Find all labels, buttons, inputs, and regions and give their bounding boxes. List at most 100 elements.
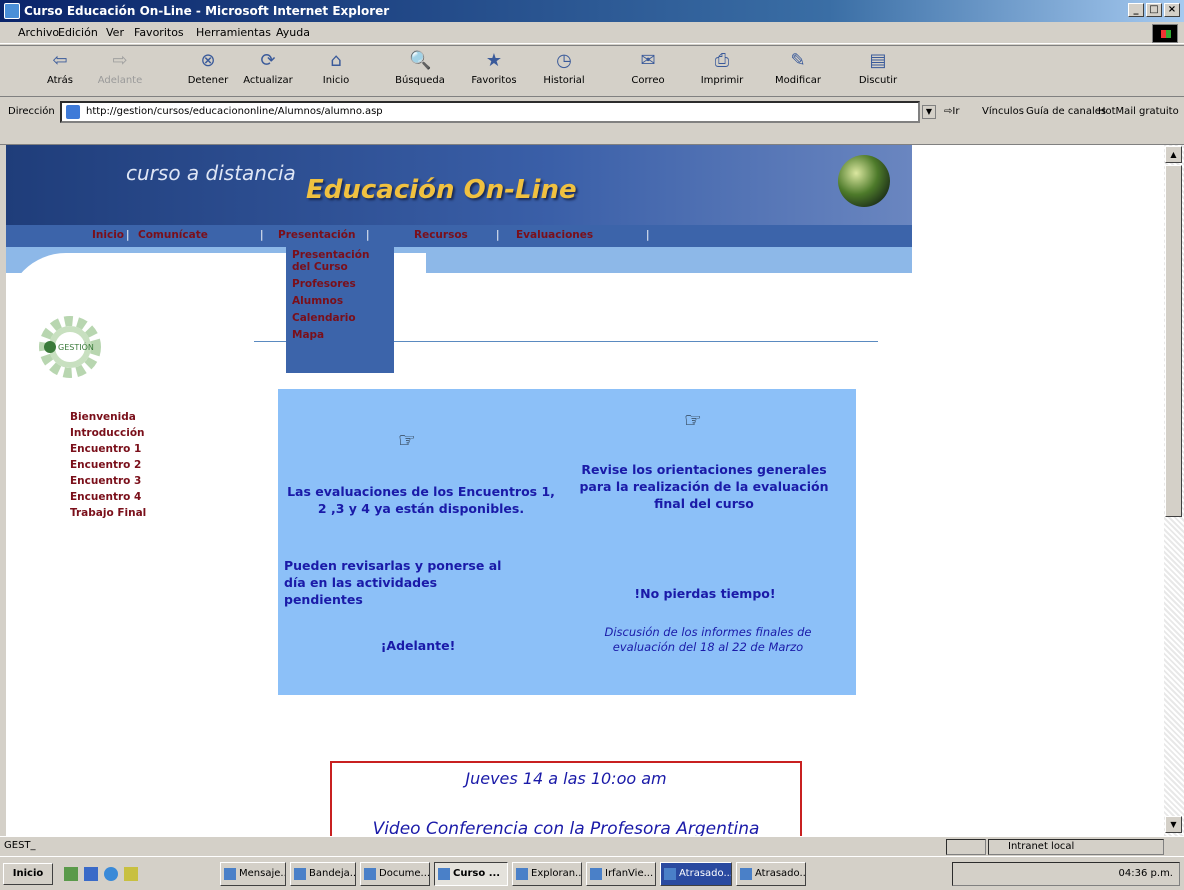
search-button[interactable]: 🔍 Búsqueda [388,50,452,86]
menu-bar: Archivo Edición Ver Favoritos Herramient… [0,22,1184,44]
leftnav-introduccion[interactable]: Introducción [70,425,146,441]
mail-button[interactable]: ✉ Correo [616,50,680,86]
nav-separator: | [366,229,370,241]
page-icon [66,105,80,119]
leftnav-bienvenida[interactable]: Bienvenida [70,409,146,425]
start-button[interactable]: Inicio [3,863,53,885]
task-mensaje[interactable]: Mensaje... [220,862,286,886]
event-date: Jueves 14 a las 10:oo am [465,769,667,788]
history-button[interactable]: ◷ Historial [532,50,596,86]
announcement-box: ☞ ☞ Las evaluaciones de los Encuentros 1… [278,389,856,695]
address-label: Dirección [8,106,55,117]
print-icon: ⎙ [714,50,730,71]
stop-button[interactable]: ⊗ Detener [176,50,240,86]
leftnav-encuentro-3[interactable]: Encuentro 3 [70,473,146,489]
menu-favoritos[interactable]: Favoritos [134,26,184,39]
nav-presentacion[interactable]: Presentación [278,229,355,241]
menu-ayuda[interactable]: Ayuda [276,26,310,39]
task-atrasado-2[interactable]: Atrasado... [736,862,806,886]
event-title: Video Conferencia con la Profesora Argen… [372,819,760,836]
announcement-discusion: Discusión de los informes finales de eva… [604,625,812,654]
globe-image [838,155,890,207]
gestion-gear-logo: GESTIÓN [39,316,101,378]
page-content: curso a distancia Educación On-Line Inic… [6,145,1164,836]
leftnav-encuentro-1[interactable]: Encuentro 1 [70,441,146,457]
outlook-icon[interactable] [84,867,98,881]
refresh-button[interactable]: ⟳ Actualizar [236,50,300,86]
ie-icon[interactable] [104,867,118,881]
site-nav-bar: Inicio | Comunícate | Presentación | Rec… [6,225,912,247]
mail-icon: ✉ [640,50,656,71]
edit-icon: ✎ [790,50,806,71]
nav-recursos[interactable]: Recursos [414,229,468,241]
scroll-thumb[interactable] [1165,165,1182,517]
close-button[interactable]: × [1164,3,1180,17]
menu-edicion[interactable]: Edición [58,26,98,39]
clock[interactable]: 04:36 p.m. [1119,868,1173,879]
announcement-no-pierdas: !No pierdas tiempo! [634,586,776,601]
leftnav-encuentro-4[interactable]: Encuentro 4 [70,489,146,505]
home-icon: ⌂ [330,50,342,71]
dropdown-alumnos[interactable]: Alumnos [292,295,388,307]
maximize-button[interactable]: □ [1146,3,1162,17]
edit-button[interactable]: ✎ Modificar [766,50,830,86]
dropdown-mapa[interactable]: Mapa [292,329,388,341]
link-guia-canales[interactable]: Guía de canales [1026,106,1106,117]
go-button[interactable]: ⇨Ir [944,106,959,117]
banner-subtitle: curso a distancia [126,161,296,185]
back-button[interactable]: ⇦ Atrás [28,50,92,86]
link-hotmail[interactable]: HotMail gratuito [1098,106,1179,117]
ie-app-icon[interactable] [4,3,20,19]
discuss-button[interactable]: ▤ Discutir [846,50,910,86]
status-pane [946,839,986,855]
dropdown-presentacion-curso[interactable]: Presentación del Curso [292,249,388,273]
taskbar: Inicio Mensaje... Bandeja... Docume... C… [0,856,1184,890]
stop-icon: ⊗ [200,50,216,71]
task-explorando[interactable]: Exploran... [512,862,582,886]
links-label[interactable]: Vínculos [982,106,1024,117]
banner-title: Educación On-Line [306,175,577,205]
task-irfanview[interactable]: IrfanVie... [586,862,656,886]
nav-separator: | [496,229,500,241]
desktop-icon[interactable] [64,867,78,881]
window-title: Curso Educación On-Line - Microsoft Inte… [24,4,390,18]
task-bandeja[interactable]: Bandeja... [290,862,356,886]
pointing-hand-icon: ☞ [684,408,702,432]
announcement-orientaciones: Revise los orientaciones generales para … [579,462,829,511]
nav-separator: | [126,229,130,241]
scroll-down-button[interactable]: ▼ [1165,816,1182,833]
task-atrasado-1[interactable]: Atrasado... [660,862,732,886]
forward-arrow-icon: ⇨ [112,50,128,71]
leftnav-trabajo-final[interactable]: Trabajo Final [70,505,146,521]
scroll-up-button[interactable]: ▲ [1165,146,1182,163]
nav-comunicate[interactable]: Comunícate [138,229,208,241]
print-button[interactable]: ⎙ Imprimir [690,50,754,86]
address-input[interactable]: http://gestion/cursos/educaciononline/Al… [60,101,920,123]
favorites-icon: ★ [485,50,503,71]
standard-toolbar: ⇦ Atrás ⇨ Adelante ⊗ Detener ⟳ Actualizar ⌂ I… [0,45,1184,97]
dropdown-calendario[interactable]: Calendario [292,312,388,324]
menu-archivo[interactable]: Archivo [18,26,59,39]
minimize-button[interactable]: _ [1128,3,1144,17]
discuss-icon: ▤ [869,50,887,71]
leftnav-encuentro-2[interactable]: Encuentro 2 [70,457,146,473]
nav-separator: | [260,229,264,241]
forward-button[interactable]: ⇨ Adelante [88,50,152,86]
refresh-icon: ⟳ [260,50,276,71]
quicklaunch-icon[interactable] [124,867,138,881]
system-tray: 04:36 p.m. [952,862,1180,886]
address-dropdown-button[interactable]: ▼ [922,105,936,119]
search-icon: 🔍 [409,50,432,71]
task-documento[interactable]: Docume... [360,862,430,886]
dropdown-profesores[interactable]: Profesores [292,278,388,290]
nav-inicio[interactable]: Inicio [92,229,124,241]
favorites-button[interactable]: ★ Favoritos [462,50,526,86]
menu-herramientas[interactable]: Herramientas [196,26,271,39]
nav-evaluaciones[interactable]: Evaluaciones [516,229,593,241]
menu-ver[interactable]: Ver [106,26,124,39]
home-button[interactable]: ⌂ Inicio [304,50,368,86]
vertical-scrollbar[interactable]: ▲ ▼ [1164,145,1184,836]
task-curso[interactable]: Curso ... [434,862,508,886]
address-url: http://gestion/cursos/educaciononline/Al… [86,106,383,117]
announcement-revisar: Pueden revisarlas y ponerse al día en la… [284,558,502,607]
